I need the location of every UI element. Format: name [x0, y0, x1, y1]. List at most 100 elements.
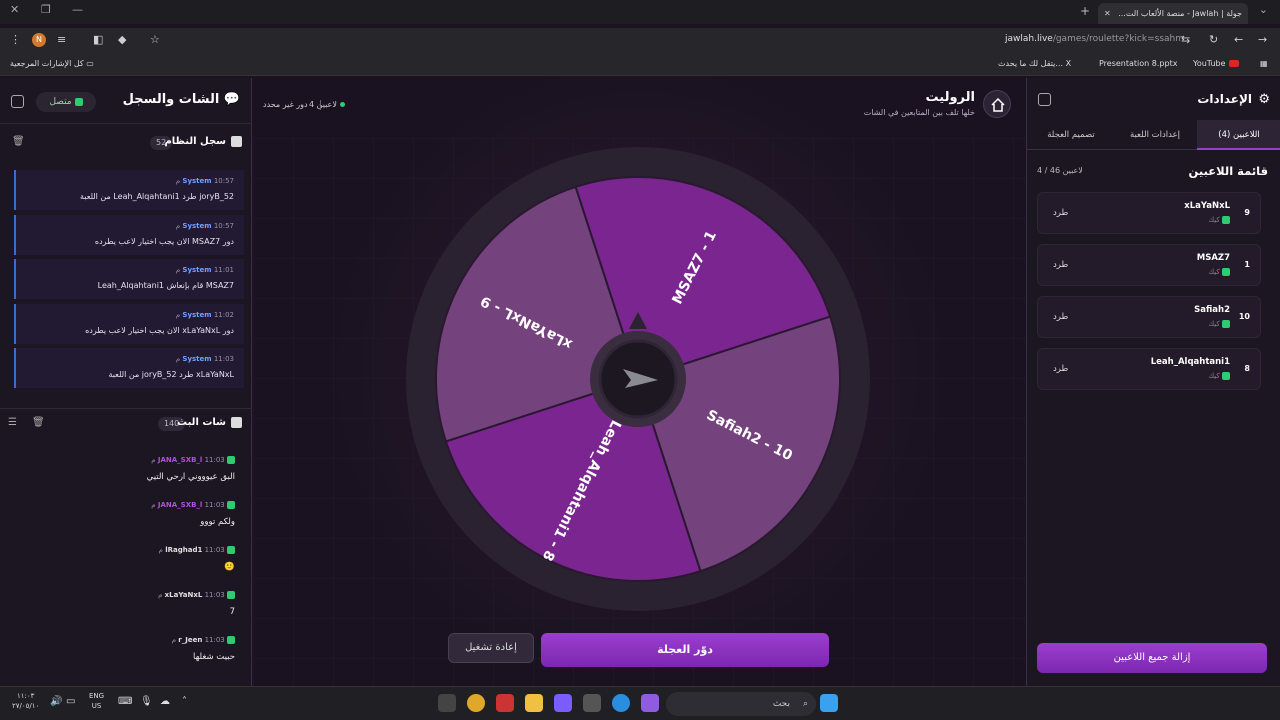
mic-icon[interactable]: 🎙 — [140, 696, 153, 707]
tab-players[interactable]: اللاعبين (4) — [1197, 120, 1280, 150]
taskbar-clock[interactable]: ١١:٠٣ ٢٧/٠٥/١٠ — [12, 691, 39, 711]
message-text: حبيت شغلها — [193, 652, 235, 662]
bookmark-x[interactable]: يتقل لك ما يحدث... X — [998, 59, 1071, 68]
player-name: xLaYaNxL — [1184, 201, 1230, 211]
store-app-icon[interactable] — [583, 694, 601, 712]
settings-app-icon[interactable] — [438, 694, 456, 712]
copilot-app-icon[interactable] — [641, 694, 659, 712]
message-sender: System — [182, 355, 212, 363]
kick-player-button[interactable]: طرد — [1053, 260, 1068, 270]
all-bookmarks[interactable]: كل الإشارات المرجعية ▭ — [10, 59, 94, 68]
tab-menu-icon[interactable]: ⌄ — [1259, 3, 1268, 16]
roulette-wheel[interactable]: MSAZ7 - 1 Safiah2 - 10 Leah_Alqahtani1 - 8… — [403, 144, 873, 614]
stream-chat-title: شات البث — [177, 417, 226, 428]
extension-icon[interactable]: ◆ — [118, 33, 126, 46]
game-header: الروليت خلها تلف بين المتابعين في الشات … — [253, 78, 1025, 130]
message-meta: JANA_SXB_l 11:03 م — [151, 501, 235, 509]
spin-button[interactable]: دوّر العجلة — [541, 633, 829, 667]
list-item: lRaghad1 11:03 م 🙂 — [7, 546, 237, 591]
close-window-icon[interactable]: ✕ — [10, 3, 19, 16]
browser-tab[interactable]: جولة | Jawlah - منصة الألعاب الت... ✕ — [1098, 3, 1248, 24]
bookmark-presentation[interactable]: Presentation 8.pptx — [1099, 59, 1177, 68]
message-meta: r_Jeen 11:03 م — [172, 636, 235, 644]
tab-game-settings[interactable]: إعدادات اللعبة — [1113, 120, 1197, 150]
minimize-window-icon[interactable]: — — [72, 3, 83, 16]
chat-username[interactable]: JANA_SXB_l — [158, 501, 202, 509]
players-list-title: قائمة اللاعبين — [1188, 164, 1268, 178]
collapse-panel-icon[interactable] — [1038, 93, 1051, 106]
cloud-icon[interactable]: ☁ — [160, 696, 170, 707]
divider — [320, 100, 321, 110]
close-tab-icon[interactable]: ✕ — [1104, 3, 1111, 24]
bookmark-label: كل الإشارات المرجعية — [10, 59, 84, 68]
gear-icon: ⚙ — [1258, 92, 1270, 107]
kick-player-button[interactable]: طرد — [1053, 208, 1068, 218]
discord-app-icon[interactable] — [554, 694, 572, 712]
emote-icon: 🙂 — [224, 562, 235, 572]
menu-icon[interactable]: ⋮ — [10, 33, 21, 46]
clear-chat-icon[interactable]: 🗑 — [32, 417, 45, 428]
forward-icon[interactable]: → — [1258, 33, 1267, 46]
apps-icon[interactable]: ▦ — [1260, 59, 1268, 68]
kick-player-button[interactable]: طرد — [1053, 312, 1068, 322]
chrome-app-icon[interactable] — [467, 694, 485, 712]
site-settings-icon[interactable]: ⇆ — [1181, 33, 1190, 46]
reset-button[interactable]: إعادة تشغيل — [448, 633, 534, 663]
player-number: 8 — [1244, 364, 1250, 373]
player-name: MSAZ7 — [1196, 253, 1230, 263]
language-indicator[interactable]: ENG US — [89, 691, 104, 711]
obs-app-icon[interactable] — [496, 694, 514, 712]
kick-icon — [1222, 216, 1230, 224]
remove-all-players-button[interactable]: إزالة جميع اللاعبين — [1037, 643, 1267, 673]
reading-list-icon[interactable]: ≡ — [57, 33, 66, 46]
message-meta: lRaghad1 11:03 م — [159, 546, 235, 554]
bookmark-label: يتقل لك ما يحدث... X — [998, 59, 1072, 68]
chat-username[interactable]: r_Jeen — [178, 636, 202, 644]
player-platform: كيك — [1208, 372, 1230, 380]
settings-title: الإعدادات — [1197, 92, 1252, 106]
sort-icon[interactable]: ☰ — [8, 417, 17, 428]
message-text: xLaYaNxL طرد joryB_52 من اللعبة — [108, 370, 234, 379]
message-sender: System — [182, 266, 212, 274]
taskbar-search[interactable]: بحث ⌕ — [666, 692, 816, 716]
restore-window-icon[interactable]: ❐ — [41, 3, 51, 16]
home-icon — [991, 97, 1005, 112]
info-icon — [231, 136, 242, 147]
new-tab-icon[interactable]: + — [1080, 4, 1090, 18]
tab-wheel-design[interactable]: تصميم العجلة — [1029, 120, 1113, 150]
url-field[interactable]: jawlah.live/games/roulette?kick=ssahm — [1005, 34, 1184, 44]
extensions-icon[interactable]: ◧ — [93, 33, 103, 46]
windows-start-icon[interactable] — [820, 694, 838, 712]
game-subtitle: خلها تلف بين المتابعين في الشات — [863, 108, 975, 117]
home-button[interactable] — [983, 90, 1011, 118]
system-log-list: System 10:57 م joryB_52 طرد Leah_Alqahta… — [14, 170, 244, 393]
display-icon[interactable]: ▭ — [66, 696, 75, 707]
system-log-header[interactable]: 🗑 52 سجل النظام — [0, 128, 252, 158]
reload-icon[interactable]: ↻ — [1209, 33, 1218, 46]
player-card: طرد MSAZ7 كيك 1 — [1037, 244, 1261, 286]
bookmark-youtube[interactable]: YouTube — [1193, 59, 1239, 68]
game-area: الروليت خلها تلف بين المتابعين في الشات … — [253, 78, 1025, 686]
keyboard-icon[interactable]: ⌨ — [118, 696, 132, 707]
chat-username[interactable]: JANA_SXB_l — [158, 456, 202, 464]
chevron-up-icon[interactable]: ˄ — [182, 696, 187, 707]
profile-avatar[interactable]: N — [32, 33, 46, 47]
kick-icon — [1222, 372, 1230, 380]
kick-player-button[interactable]: طرد — [1053, 364, 1068, 374]
clear-log-icon[interactable]: 🗑 — [12, 136, 25, 147]
back-icon[interactable]: ← — [1234, 33, 1243, 46]
player-number: 10 — [1238, 312, 1250, 321]
collapse-panel-icon[interactable] — [11, 95, 24, 108]
message-text: joryB_52 طرد Leah_Alqahtani1 من اللعبة — [80, 192, 234, 201]
settings-panel: الإعدادات ⚙ اللاعبين (4) إعدادات اللعبة … — [1026, 78, 1280, 686]
message-text: MSAZ7 قام بإنعاش Leah_Alqahtani1 — [97, 281, 234, 290]
chat-username[interactable]: xLaYaNxL — [165, 591, 203, 599]
message-sender: System — [182, 310, 212, 319]
message-meta: xLaYaNxL 11:03 م — [158, 591, 235, 599]
bookmark-star-icon[interactable]: ☆ — [150, 33, 160, 46]
stream-chat-header[interactable]: ☰ 🗑 140 شات البث — [0, 408, 252, 438]
volume-icon[interactable]: 🔊 — [50, 696, 62, 707]
file-explorer-icon[interactable] — [525, 694, 543, 712]
chat-username[interactable]: lRaghad1 — [165, 546, 202, 554]
edge-app-icon[interactable] — [612, 694, 630, 712]
